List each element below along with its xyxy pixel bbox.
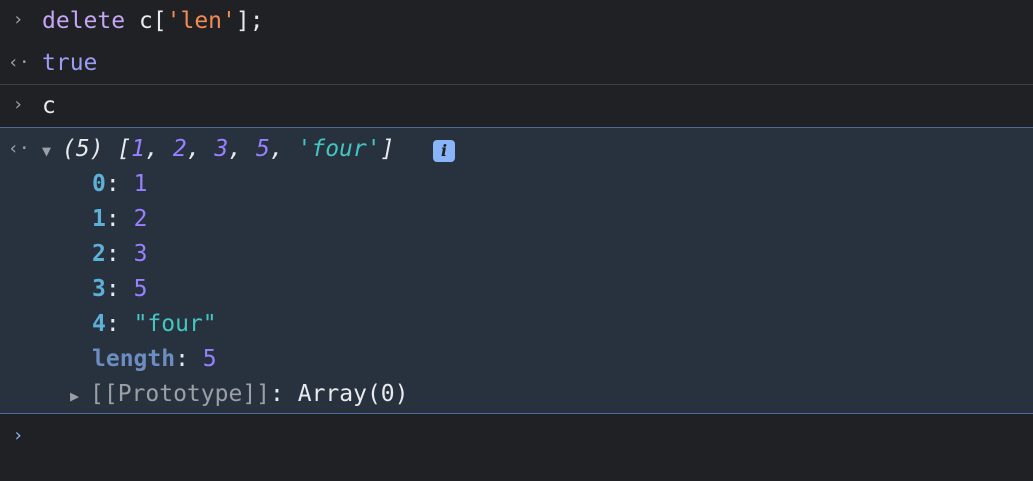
array-item-value: 1	[131, 136, 146, 162]
chevron-right-icon: ›	[12, 9, 24, 30]
property-row: length: 5	[0, 344, 1033, 379]
property-row: 0: 1	[0, 169, 1033, 204]
property-row: 2: 3	[0, 239, 1033, 274]
punctuation-token: ];	[235, 8, 264, 34]
property: 4: "four"	[92, 311, 217, 337]
property-key: 2	[92, 241, 106, 267]
property-value: "four"	[133, 311, 217, 337]
return-arrow-icon: ‹·	[8, 138, 30, 159]
property-value: 5	[133, 276, 148, 302]
property-key: 3	[92, 276, 106, 302]
comma: ,	[186, 136, 215, 162]
colon: :	[105, 311, 134, 337]
bracket-open: [	[117, 136, 132, 162]
property: 1: 2	[92, 206, 147, 232]
console-input-row: › c	[0, 85, 1033, 127]
comma: ,	[145, 136, 173, 162]
colon: :	[105, 276, 134, 302]
property: 0: 1	[92, 171, 147, 197]
array-summary-row[interactable]: ‹· ▼ (5) [1, 2, 3, 5, 'four'] i	[0, 134, 1033, 168]
property-value: 1	[133, 171, 148, 197]
console-input-text: delete c['len'];	[42, 8, 264, 34]
property-value: 2	[133, 206, 148, 232]
comma: ,	[228, 136, 256, 162]
array-item-value: 5	[255, 136, 270, 162]
prototype-label: [[Prototype]]	[90, 381, 271, 407]
info-icon[interactable]: i	[433, 140, 455, 162]
keyword-token: delete	[42, 8, 126, 34]
chevron-right-icon: ›	[12, 425, 24, 446]
devtools-console: › delete c['len']; ‹· true › c ‹· ▼ (5) […	[0, 0, 1033, 481]
array-item-value: 3	[214, 136, 229, 162]
array-length-label: (5)	[62, 136, 104, 162]
chevron-right-icon: ›	[12, 94, 24, 115]
prototype-value: Array(0)	[297, 381, 409, 407]
console-output-row: ‹· true	[0, 42, 1033, 84]
colon: :	[270, 381, 298, 407]
property: 3: 5	[92, 276, 147, 302]
property-key: 4	[92, 311, 106, 337]
console-expanded-output: ‹· ▼ (5) [1, 2, 3, 5, 'four'] i 0: 1 1: 2…	[0, 127, 1033, 414]
triangle-down-icon[interactable]: ▼	[42, 142, 62, 160]
colon: :	[105, 241, 134, 267]
property-value: 3	[133, 241, 148, 267]
prototype-row[interactable]: ▶ [[Prototype]]: Array(0)	[0, 379, 1033, 414]
property-value: 5	[202, 346, 217, 372]
property-row: 1: 2	[0, 204, 1033, 239]
comma: ,	[269, 136, 298, 162]
bracket-close: ]	[380, 136, 395, 162]
array-summary[interactable]: ▼ (5) [1, 2, 3, 5, 'four']	[42, 136, 394, 162]
property-row: 3: 5	[0, 274, 1033, 309]
console-prompt-row[interactable]: ›	[0, 415, 1033, 481]
array-item-value: 'four'	[297, 136, 381, 162]
colon: :	[175, 346, 203, 372]
property-key: length	[92, 346, 176, 372]
colon: :	[105, 171, 134, 197]
prototype: ▶ [[Prototype]]: Array(0)	[70, 381, 409, 407]
string-token: 'len'	[166, 8, 236, 34]
property-key: 0	[92, 171, 106, 197]
console-input-text: c	[42, 93, 56, 119]
property: length: 5	[92, 346, 217, 372]
colon: :	[105, 206, 134, 232]
property-key: 1	[92, 206, 106, 232]
property-row: 4: "four"	[0, 309, 1033, 344]
triangle-right-icon[interactable]: ▶	[70, 387, 90, 405]
return-arrow-icon: ‹·	[8, 52, 30, 73]
console-output-value: true	[42, 50, 98, 76]
property: 2: 3	[92, 241, 147, 267]
array-item-value: 2	[172, 136, 187, 162]
identifier-token: c[	[125, 8, 167, 34]
console-input-row: › delete c['len'];	[0, 0, 1033, 42]
